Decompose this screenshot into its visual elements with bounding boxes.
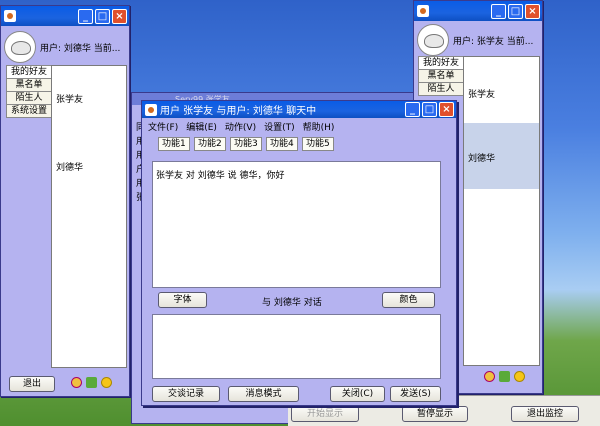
friend-item[interactable]: 刘德华 xyxy=(56,160,83,173)
title-bar[interactable]: _ □ × xyxy=(1,6,129,26)
smiley-icon[interactable] xyxy=(101,377,112,388)
message-input[interactable] xyxy=(152,314,441,379)
user-info: 用户: 张学友 当前... xyxy=(417,21,539,59)
puzzle-icon[interactable] xyxy=(499,371,510,382)
func-button-4[interactable]: 功能4 xyxy=(266,137,298,151)
tab-blacklist[interactable]: 黑名单 xyxy=(6,78,52,92)
start-show-button[interactable]: 开始显示 xyxy=(291,406,359,422)
func-button-2[interactable]: 功能2 xyxy=(194,137,226,151)
menu-file[interactable]: 文件(F) xyxy=(148,121,178,135)
tab-strangers[interactable]: 陌生人 xyxy=(418,82,464,96)
title-bar[interactable]: _ □ × xyxy=(414,1,542,21)
user-icon[interactable] xyxy=(484,371,495,382)
history-button[interactable]: 交谈记录 xyxy=(152,386,220,402)
user-info: 用户: 刘德华 当前... xyxy=(4,28,126,66)
pause-show-button[interactable]: 暂停显示 xyxy=(402,406,468,422)
close-button[interactable]: × xyxy=(112,8,127,24)
chat-window[interactable]: 用户 张学友 与用户: 刘德华 聊天中 _ □ × 文件(F) 编辑(E) 动作… xyxy=(141,100,457,406)
friend-list-window-left[interactable]: _ □ × 用户: 刘德华 当前... 我的好友 黑名单 陌生人 系统设置 张学… xyxy=(0,5,130,397)
avatar xyxy=(417,24,449,56)
chat-title: 用户 张学友 与用户: 刘德华 聊天中 xyxy=(160,106,317,117)
friend-item-label: 刘德华 xyxy=(468,154,496,164)
close-button[interactable]: × xyxy=(525,3,540,19)
tab-strangers[interactable]: 陌生人 xyxy=(6,91,52,105)
friend-panel: 张学友 刘德华 xyxy=(463,56,540,366)
minimize-button[interactable]: _ xyxy=(491,3,506,19)
color-button[interactable]: 颜色 xyxy=(382,292,435,308)
friend-panel: 张学友 刘德华 xyxy=(51,65,127,368)
tab-list: 我的好友 黑名单 陌生人 xyxy=(418,56,464,96)
menu-bar: 文件(F) 编辑(E) 动作(V) 设置(T) 帮助(H) xyxy=(148,121,334,135)
func-button-5[interactable]: 功能5 xyxy=(302,137,334,151)
font-button[interactable]: 字体 xyxy=(158,292,207,308)
menu-help[interactable]: 帮助(H) xyxy=(303,121,335,135)
java-icon xyxy=(4,10,16,22)
close-chat-button[interactable]: 关闭(C) xyxy=(330,386,385,402)
func-button-1[interactable]: 功能1 xyxy=(158,137,190,151)
chat-title-bar[interactable]: 用户 张学友 与用户: 刘德华 聊天中 _ □ × xyxy=(142,101,456,118)
java-icon xyxy=(145,103,157,116)
close-button[interactable]: × xyxy=(439,102,454,117)
talk-label: 与 刘德华 对话 xyxy=(262,298,322,308)
maximize-button[interactable]: □ xyxy=(422,102,437,117)
tab-my-friends[interactable]: 我的好友 xyxy=(418,56,464,70)
menu-action[interactable]: 动作(V) xyxy=(225,121,256,135)
menu-settings[interactable]: 设置(T) xyxy=(264,121,295,135)
tab-my-friends[interactable]: 我的好友 xyxy=(6,65,52,79)
friend-item[interactable]: 张学友 xyxy=(468,87,495,100)
tab-list: 我的好友 黑名单 陌生人 系统设置 xyxy=(6,65,52,118)
friend-item-selected[interactable]: 刘德华 xyxy=(464,123,539,189)
func-button-3[interactable]: 功能3 xyxy=(230,137,262,151)
java-icon xyxy=(417,5,429,17)
minimize-button[interactable]: _ xyxy=(78,8,93,24)
exit-monitor-button[interactable]: 退出监控 xyxy=(511,406,579,422)
avatar xyxy=(4,31,36,63)
friend-item[interactable]: 张学友 xyxy=(56,92,83,105)
maximize-button[interactable]: □ xyxy=(508,3,523,19)
tab-settings[interactable]: 系统设置 xyxy=(6,104,52,118)
message-mode-button[interactable]: 消息模式 xyxy=(228,386,299,402)
menu-edit[interactable]: 编辑(E) xyxy=(186,121,217,135)
user-label: 用户: 刘德华 当前... xyxy=(40,43,121,54)
exit-button[interactable]: 退出 xyxy=(9,376,55,392)
smiley-icon[interactable] xyxy=(514,371,525,382)
puzzle-icon[interactable] xyxy=(86,377,97,388)
maximize-button[interactable]: □ xyxy=(95,8,110,24)
message-line: 张学友 对 刘德华 说 德华，你好 xyxy=(156,171,285,181)
message-history[interactable]: 张学友 对 刘德华 说 德华，你好 xyxy=(152,161,441,288)
user-label: 用户: 张学友 当前... xyxy=(453,36,534,47)
minimize-button[interactable]: _ xyxy=(405,102,420,117)
user-icon[interactable] xyxy=(71,377,82,388)
send-button[interactable]: 发送(S) xyxy=(390,386,441,402)
tab-blacklist[interactable]: 黑名单 xyxy=(418,69,464,83)
